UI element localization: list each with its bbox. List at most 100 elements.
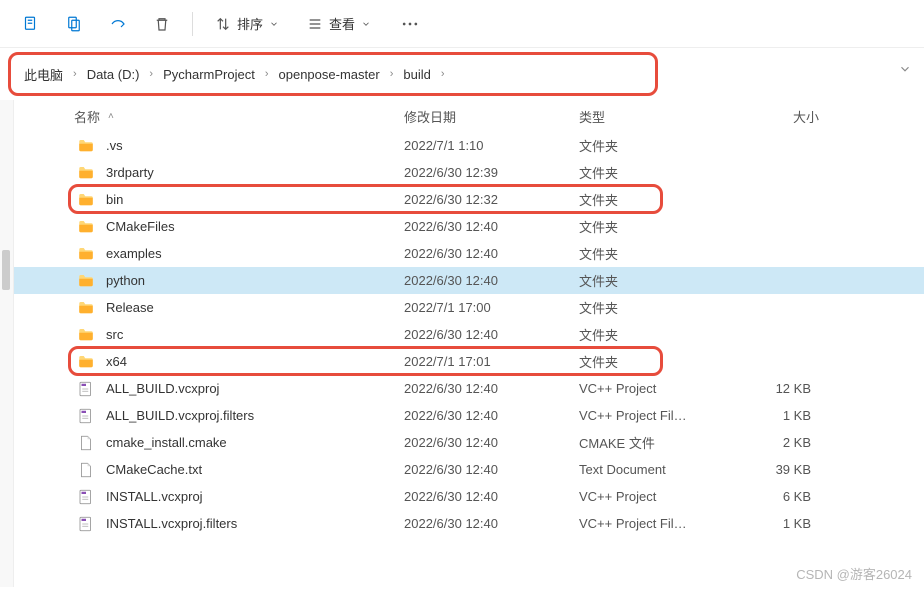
file-date: 2022/6/30 12:40 bbox=[404, 246, 579, 261]
sidebar-strip bbox=[0, 100, 14, 587]
file-date: 2022/6/30 12:39 bbox=[404, 165, 579, 180]
file-type: 文件夹 bbox=[579, 352, 739, 371]
folder-icon bbox=[74, 326, 98, 344]
folder-icon bbox=[74, 245, 98, 263]
file-name: .vs bbox=[106, 138, 404, 153]
file-type: VC++ Project bbox=[579, 489, 739, 504]
file-row[interactable]: ALL_BUILD.vcxproj.filters2022/6/30 12:40… bbox=[14, 402, 924, 429]
breadcrumb-expand-button[interactable] bbox=[898, 62, 912, 76]
file-date: 2022/6/30 12:40 bbox=[404, 408, 579, 423]
chevron-right-icon: › bbox=[71, 68, 79, 80]
folder-icon bbox=[74, 218, 98, 236]
file-type: 文件夹 bbox=[579, 136, 739, 155]
folder-row[interactable]: python2022/6/30 12:40文件夹 bbox=[14, 267, 924, 294]
list-area: 名称 ˄ 修改日期 类型 大小 .vs2022/7/1 1:10文件夹3rdpa… bbox=[0, 100, 924, 587]
vcxproj-icon bbox=[74, 488, 98, 506]
folder-row[interactable]: Release2022/7/1 17:00文件夹 bbox=[14, 294, 924, 321]
file-name: CMakeFiles bbox=[106, 219, 404, 234]
header-size[interactable]: 大小 bbox=[739, 107, 819, 126]
file-type: 文件夹 bbox=[579, 244, 739, 263]
sidebar-scroll-handle[interactable] bbox=[2, 250, 10, 290]
copy-button[interactable] bbox=[56, 6, 92, 42]
breadcrumb-item[interactable]: build bbox=[399, 65, 434, 84]
folder-icon bbox=[74, 353, 98, 371]
toolbar: 排序 查看 bbox=[0, 0, 924, 48]
chevron-right-icon: › bbox=[263, 68, 271, 80]
file-row[interactable]: INSTALL.vcxproj2022/6/30 12:40VC++ Proje… bbox=[14, 483, 924, 510]
file-type: VC++ Project Fil… bbox=[579, 408, 739, 423]
file-name: ALL_BUILD.vcxproj.filters bbox=[106, 408, 404, 423]
view-label: 查看 bbox=[329, 14, 355, 33]
breadcrumb-item[interactable]: 此电脑 bbox=[20, 63, 67, 86]
file-type: VC++ Project Fil… bbox=[579, 516, 739, 531]
file-type: VC++ Project bbox=[579, 381, 739, 396]
folder-row[interactable]: CMakeFiles2022/6/30 12:40文件夹 bbox=[14, 213, 924, 240]
file-name: Release bbox=[106, 300, 404, 315]
file-name: 3rdparty bbox=[106, 165, 404, 180]
header-type[interactable]: 类型 bbox=[579, 107, 739, 126]
file-date: 2022/6/30 12:40 bbox=[404, 462, 579, 477]
folder-row[interactable]: src2022/6/30 12:40文件夹 bbox=[14, 321, 924, 348]
folder-row[interactable]: 3rdparty2022/6/30 12:39文件夹 bbox=[14, 159, 924, 186]
file-date: 2022/7/1 17:01 bbox=[404, 354, 579, 369]
more-button[interactable] bbox=[389, 6, 431, 42]
file-name: examples bbox=[106, 246, 404, 261]
filters-icon bbox=[74, 407, 98, 425]
file-row[interactable]: cmake_install.cmake2022/6/30 12:40CMAKE … bbox=[14, 429, 924, 456]
column-headers: 名称 ˄ 修改日期 类型 大小 bbox=[14, 100, 924, 132]
breadcrumb-area: 此电脑›Data (D:)›PycharmProject›openpose-ma… bbox=[0, 48, 924, 100]
folder-row[interactable]: x642022/7/1 17:01文件夹 bbox=[14, 348, 924, 375]
file-row[interactable]: ALL_BUILD.vcxproj2022/6/30 12:40VC++ Pro… bbox=[14, 375, 924, 402]
view-button[interactable]: 查看 bbox=[297, 6, 381, 42]
file-name: INSTALL.vcxproj.filters bbox=[106, 516, 404, 531]
file-date: 2022/6/30 12:40 bbox=[404, 381, 579, 396]
chevron-down-icon bbox=[361, 19, 371, 29]
file-size: 12 KB bbox=[739, 381, 819, 396]
folder-icon bbox=[74, 137, 98, 155]
file-type: 文件夹 bbox=[579, 190, 739, 209]
toolbar-separator bbox=[192, 12, 193, 36]
file-date: 2022/6/30 12:40 bbox=[404, 516, 579, 531]
file-type: Text Document bbox=[579, 462, 739, 477]
file-row[interactable]: CMakeCache.txt2022/6/30 12:40Text Docume… bbox=[14, 456, 924, 483]
file-type: 文件夹 bbox=[579, 298, 739, 317]
file-size: 39 KB bbox=[739, 462, 819, 477]
sort-button[interactable]: 排序 bbox=[205, 6, 289, 42]
header-date[interactable]: 修改日期 bbox=[404, 107, 579, 126]
file-size: 1 KB bbox=[739, 516, 819, 531]
vcxproj-icon bbox=[74, 380, 98, 398]
file-name: x64 bbox=[106, 354, 404, 369]
folder-row[interactable]: examples2022/6/30 12:40文件夹 bbox=[14, 240, 924, 267]
chevron-right-icon: › bbox=[147, 68, 155, 80]
cut-button[interactable] bbox=[12, 6, 48, 42]
file-date: 2022/6/30 12:40 bbox=[404, 489, 579, 504]
breadcrumb-item[interactable]: PycharmProject bbox=[159, 65, 259, 84]
file-date: 2022/7/1 1:10 bbox=[404, 138, 579, 153]
sort-indicator-icon: ˄ bbox=[108, 111, 114, 122]
breadcrumb-item[interactable]: openpose-master bbox=[275, 65, 384, 84]
file-type: 文件夹 bbox=[579, 271, 739, 290]
breadcrumb-item[interactable]: Data (D:) bbox=[83, 65, 144, 84]
share-button[interactable] bbox=[100, 6, 136, 42]
file-date: 2022/6/30 12:40 bbox=[404, 273, 579, 288]
file-name: cmake_install.cmake bbox=[106, 435, 404, 450]
file-type: CMAKE 文件 bbox=[579, 433, 739, 452]
file-type: 文件夹 bbox=[579, 217, 739, 236]
chevron-right-icon: › bbox=[388, 68, 396, 80]
folder-row[interactable]: .vs2022/7/1 1:10文件夹 bbox=[14, 132, 924, 159]
file-date: 2022/6/30 12:40 bbox=[404, 435, 579, 450]
folder-row[interactable]: bin2022/6/30 12:32文件夹 bbox=[14, 186, 924, 213]
chevron-down-icon bbox=[269, 19, 279, 29]
file-date: 2022/7/1 17:00 bbox=[404, 300, 579, 315]
file-name: ALL_BUILD.vcxproj bbox=[106, 381, 404, 396]
sort-label: 排序 bbox=[237, 14, 263, 33]
file-row[interactable]: INSTALL.vcxproj.filters2022/6/30 12:40VC… bbox=[14, 510, 924, 537]
breadcrumb[interactable]: 此电脑›Data (D:)›PycharmProject›openpose-ma… bbox=[12, 56, 912, 92]
folder-icon bbox=[74, 299, 98, 317]
header-name[interactable]: 名称 ˄ bbox=[74, 107, 404, 126]
delete-button[interactable] bbox=[144, 6, 180, 42]
file-rows: .vs2022/7/1 1:10文件夹3rdparty2022/6/30 12:… bbox=[14, 132, 924, 537]
file-list: 名称 ˄ 修改日期 类型 大小 .vs2022/7/1 1:10文件夹3rdpa… bbox=[14, 100, 924, 587]
file-date: 2022/6/30 12:40 bbox=[404, 327, 579, 342]
file-name: CMakeCache.txt bbox=[106, 462, 404, 477]
